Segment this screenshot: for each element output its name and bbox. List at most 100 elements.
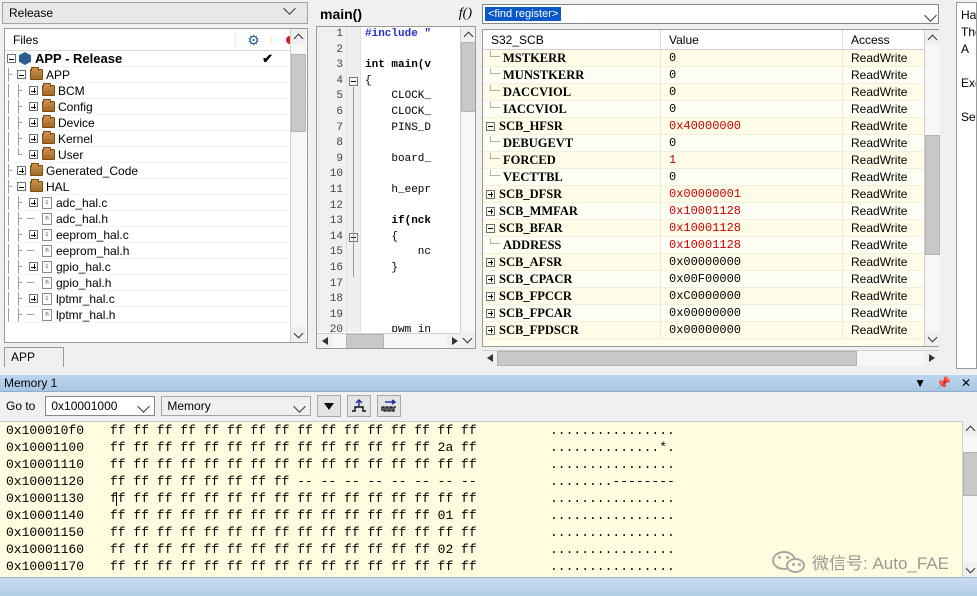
tree-item-lptmr-hal-h[interactable]: │├─hlptmr_hal.h (5, 307, 307, 323)
register-value-cell[interactable]: 0x40000000 (661, 118, 843, 135)
register-row[interactable]: └─MUNSTKERR0ReadWrite (483, 67, 938, 84)
register-row[interactable]: └─VECTTBL0ReadWrite (483, 169, 938, 186)
workspace-tab-app[interactable]: APP (4, 347, 64, 367)
chevron-down-icon[interactable]: ▼ (914, 376, 926, 390)
memory-hex-bytes[interactable]: ff ff ff ff ff ff ff ff ff ff ff ff ff f… (110, 558, 550, 575)
register-value-cell[interactable]: 0 (661, 67, 843, 84)
memory-row[interactable]: 0x100010f0ff ff ff ff ff ff ff ff ff ff … (0, 422, 977, 439)
register-row[interactable]: └─ADDRESS0x10001128ReadWrite (483, 237, 938, 254)
scroll-down-button[interactable] (291, 327, 306, 342)
scroll-track[interactable] (497, 351, 924, 366)
code-line[interactable]: board_ (365, 152, 460, 168)
chevron-down-icon[interactable] (926, 9, 935, 23)
register-row[interactable]: SCB_MMFAR0x10001128ReadWrite (483, 203, 938, 220)
register-vertical-scrollbar[interactable] (924, 30, 939, 346)
memory-hex-bytes[interactable]: ff ff ff ff ff ff ff ff ff ff ff ff ff f… (110, 524, 550, 541)
register-find-input[interactable]: <find register> (482, 4, 939, 24)
scroll-right-button[interactable] (924, 351, 939, 366)
tree-item-app-release[interactable]: APP - Release✔ (5, 51, 307, 67)
code-line[interactable]: CLOCK_ (365, 105, 460, 121)
editor-vertical-scrollbar[interactable] (460, 27, 475, 334)
code-fold-gutter[interactable] (347, 27, 361, 332)
register-value-cell[interactable]: 0 (661, 50, 843, 67)
code-line[interactable]: { (365, 74, 460, 90)
scroll-up-button[interactable] (461, 27, 476, 42)
register-value-cell[interactable]: 0 (661, 169, 843, 186)
expand-icon[interactable] (29, 86, 38, 95)
register-value-cell[interactable]: 0x10001128 (661, 203, 843, 220)
scroll-up-button[interactable] (291, 29, 306, 44)
function-list-icon[interactable]: f() (459, 6, 472, 22)
collapse-icon[interactable] (486, 224, 495, 233)
tree-item-eeprom-hal-h[interactable]: │├─heeprom_hal.h (5, 243, 307, 259)
memory-hex-bytes[interactable]: ff ff ff ff ff ff ff ff ff ff ff ff ff f… (110, 439, 550, 456)
settings-gear-button[interactable]: ⚙ (235, 33, 271, 47)
file-tree-scrollbar[interactable] (290, 29, 305, 342)
memory-hex-view[interactable]: 0x100010f0ff ff ff ff ff ff ff ff ff ff … (0, 421, 977, 577)
register-value-cell[interactable]: 0x00000001 (661, 186, 843, 203)
expand-icon[interactable] (486, 190, 495, 199)
expand-icon[interactable] (486, 292, 495, 301)
register-row[interactable]: SCB_AFSR0x00000000ReadWrite (483, 254, 938, 271)
expand-icon[interactable] (486, 258, 495, 267)
scroll-down-button[interactable] (963, 562, 977, 577)
expand-icon[interactable] (17, 166, 26, 175)
code-line[interactable] (365, 199, 460, 215)
editor-tab-title[interactable]: main() (320, 6, 362, 22)
scroll-up-button[interactable] (963, 421, 977, 436)
register-row[interactable]: └─MSTKERR0ReadWrite (483, 50, 938, 67)
file-tree[interactable]: APP - Release✔├APP│├BCM│├Config│├Device│… (5, 51, 307, 323)
expand-icon[interactable] (486, 309, 495, 318)
tree-item-adc-hal-h[interactable]: │├─hadc_hal.h (5, 211, 307, 227)
expand-icon[interactable] (29, 118, 38, 127)
register-value-cell[interactable]: 0x00000000 (661, 305, 843, 322)
scroll-thumb[interactable] (497, 351, 857, 366)
expand-icon[interactable] (486, 207, 495, 216)
memory-row[interactable]: 0x10001160ff ff ff ff ff ff ff ff ff ff … (0, 541, 977, 558)
code-line[interactable]: if(nck (365, 214, 460, 230)
register-row[interactable]: SCB_CPACR0x00F00000ReadWrite (483, 271, 938, 288)
tree-item-generated-code[interactable]: ├Generated_Code (5, 163, 307, 179)
tree-item-device[interactable]: │├Device (5, 115, 307, 131)
memory-hex-bytes[interactable]: ff ff ff ff ff ff ff ff ff ff ff ff ff f… (110, 422, 550, 439)
expand-icon[interactable] (29, 150, 38, 159)
editor-scroll-corner-down-button[interactable] (460, 332, 475, 348)
code-line[interactable] (365, 43, 460, 59)
close-icon[interactable]: ✕ (961, 376, 971, 390)
expand-icon[interactable] (29, 198, 38, 207)
scroll-track[interactable] (291, 44, 306, 327)
code-line[interactable] (365, 292, 460, 308)
scroll-down-button[interactable] (925, 331, 940, 346)
code-line[interactable]: #include " (365, 27, 460, 43)
memory-dropdown-button[interactable] (317, 395, 341, 417)
scroll-track[interactable] (332, 334, 447, 349)
code-line[interactable] (365, 136, 460, 152)
memory-row[interactable]: 0x10001150ff ff ff ff ff ff ff ff ff ff … (0, 524, 977, 541)
code-line[interactable]: { (365, 230, 460, 246)
memory-hex-bytes[interactable]: ff ff ff ff ff ff ff ff -- -- -- -- -- -… (110, 473, 550, 490)
code-line[interactable] (365, 277, 460, 293)
expand-icon[interactable] (29, 294, 38, 303)
editor-horizontal-scrollbar[interactable] (317, 333, 462, 348)
register-row[interactable]: SCB_FPCCR0xC0000000ReadWrite (483, 288, 938, 305)
register-value-cell[interactable]: 0 (661, 135, 843, 152)
tree-item-lptmr-hal-c[interactable]: │├clptmr_hal.c (5, 291, 307, 307)
register-row[interactable]: SCB_HFSR0x40000000ReadWrite (483, 118, 938, 135)
tree-item-app[interactable]: ├APP (5, 67, 307, 83)
memory-row[interactable]: 0x10001130ff ff ff ff ff ff ff ff ff ff … (0, 490, 977, 507)
register-value-cell[interactable]: 0x00000000 (661, 254, 843, 271)
memory-hex-bytes[interactable]: ff ff ff ff ff ff ff ff ff ff ff ff ff f… (110, 541, 550, 558)
scroll-track[interactable] (963, 436, 977, 562)
register-value-cell[interactable]: 0x00000000 (661, 322, 843, 339)
code-line[interactable]: nc (365, 245, 460, 261)
tree-item-eeprom-hal-c[interactable]: │├ceeprom_hal.c (5, 227, 307, 243)
collapse-icon[interactable] (7, 54, 16, 63)
tree-item-kernel[interactable]: │├Kernel (5, 131, 307, 147)
memory-hex-bytes[interactable]: ff ff ff ff ff ff ff ff ff ff ff ff ff f… (110, 507, 550, 524)
code-line[interactable]: int main(v (365, 58, 460, 74)
register-row[interactable]: └─FORCED1ReadWrite (483, 152, 938, 169)
scroll-track[interactable] (461, 42, 476, 334)
register-horizontal-scrollbar[interactable] (482, 350, 939, 365)
scroll-thumb[interactable] (925, 135, 940, 255)
memory-row[interactable]: 0x10001100ff ff ff ff ff ff ff ff ff ff … (0, 439, 977, 456)
